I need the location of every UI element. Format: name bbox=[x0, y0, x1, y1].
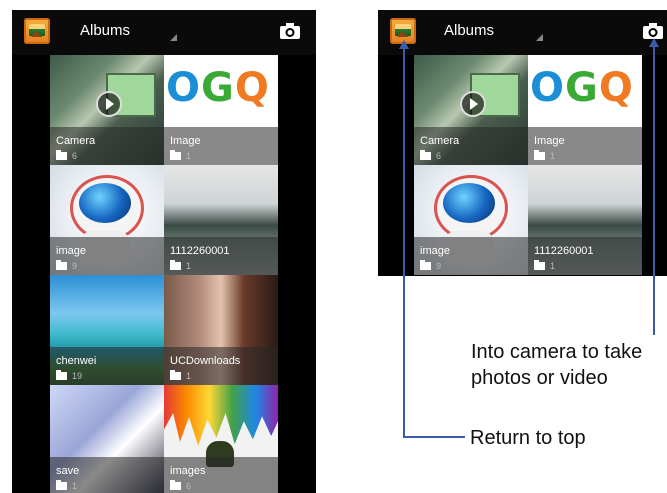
album-count: 6 bbox=[72, 151, 78, 161]
folder-icon bbox=[170, 260, 181, 270]
album-name: Image bbox=[170, 135, 201, 147]
album-count: 1 bbox=[186, 371, 192, 381]
album-name: save bbox=[56, 465, 80, 477]
action-bar: Albums bbox=[378, 10, 667, 55]
folder-icon bbox=[56, 480, 67, 490]
album-tile-image[interactable]: OGQ Image 1 bbox=[528, 55, 642, 165]
phone-screen-cropped: Albums Camera 6 OGQ Image 1 image 9 1112… bbox=[378, 10, 667, 276]
album-tile-image[interactable]: OGQ Image 1 bbox=[164, 55, 278, 165]
album-count: 1 bbox=[550, 261, 556, 271]
return-top-callout-horizontal bbox=[403, 436, 465, 438]
album-count: 1 bbox=[186, 151, 192, 161]
album-name: Camera bbox=[420, 135, 460, 147]
folder-icon bbox=[170, 480, 181, 490]
camera-annotation-line1: Into camera to take bbox=[471, 341, 643, 363]
album-name: images bbox=[170, 465, 206, 477]
folder-icon bbox=[420, 150, 431, 160]
album-name: 1112260001 bbox=[534, 245, 594, 257]
album-tile-1112260001[interactable]: 1112260001 1 bbox=[164, 165, 278, 275]
camera-annotation-line2: photos or video bbox=[471, 367, 608, 389]
dropdown-indicator-icon[interactable] bbox=[170, 34, 177, 41]
album-tile-save[interactable]: save 1 bbox=[50, 385, 164, 493]
album-count: 9 bbox=[72, 261, 78, 271]
ogq-logo: OGQ bbox=[530, 65, 634, 111]
folder-icon bbox=[170, 150, 181, 160]
album-name: chenwei bbox=[56, 355, 97, 367]
album-count: 1 bbox=[72, 481, 78, 491]
album-tile-1112260001[interactable]: 1112260001 1 bbox=[528, 165, 642, 275]
album-count: 9 bbox=[436, 261, 442, 271]
camera-callout-arrow-icon bbox=[649, 38, 659, 47]
album-name: Image bbox=[534, 135, 565, 147]
action-bar: Albums bbox=[12, 10, 316, 55]
album-tile-chenwei[interactable]: chenwei 19 bbox=[50, 275, 164, 385]
album-tile-images[interactable]: images 6 bbox=[164, 385, 278, 493]
return-top-callout-vertical bbox=[403, 47, 405, 438]
album-name: UCDownloads bbox=[170, 355, 241, 367]
camera-callout-vertical bbox=[653, 45, 655, 335]
album-name: image bbox=[420, 245, 450, 257]
folder-icon bbox=[170, 370, 181, 380]
album-count: 6 bbox=[436, 151, 442, 161]
album-count: 1 bbox=[186, 261, 192, 271]
folder-icon bbox=[56, 260, 67, 270]
gallery-app-icon[interactable] bbox=[24, 18, 50, 44]
album-name: image bbox=[56, 245, 86, 257]
folder-icon bbox=[534, 260, 545, 270]
ogq-logo: OGQ bbox=[166, 65, 270, 111]
dropdown-indicator-icon[interactable] bbox=[536, 34, 543, 41]
album-tile-image-lower[interactable]: image 9 bbox=[414, 165, 528, 275]
action-bar-title[interactable]: Albums bbox=[80, 22, 130, 39]
album-count: 1 bbox=[550, 151, 556, 161]
phone-screen-full: Albums Camera 6 OGQ Image 1 image 9 1112… bbox=[12, 10, 316, 493]
album-count: 19 bbox=[72, 371, 83, 381]
album-tile-ucdownloads[interactable]: UCDownloads 1 bbox=[164, 275, 278, 385]
return-top-arrow-icon bbox=[399, 40, 409, 49]
folder-icon bbox=[534, 150, 545, 160]
folder-icon bbox=[420, 260, 431, 270]
album-tile-camera[interactable]: Camera 6 bbox=[50, 55, 164, 165]
album-tile-camera[interactable]: Camera 6 bbox=[414, 55, 528, 165]
album-tile-image-lower[interactable]: image 9 bbox=[50, 165, 164, 275]
return-top-annotation: Return to top bbox=[470, 427, 586, 449]
album-name: Camera bbox=[56, 135, 96, 147]
camera-icon[interactable] bbox=[279, 22, 301, 40]
album-name: 1112260001 bbox=[170, 245, 230, 257]
play-icon bbox=[96, 91, 122, 117]
play-icon bbox=[460, 91, 486, 117]
folder-icon bbox=[56, 150, 67, 160]
folder-icon bbox=[56, 370, 67, 380]
album-count: 6 bbox=[186, 481, 192, 491]
action-bar-title[interactable]: Albums bbox=[444, 22, 494, 39]
